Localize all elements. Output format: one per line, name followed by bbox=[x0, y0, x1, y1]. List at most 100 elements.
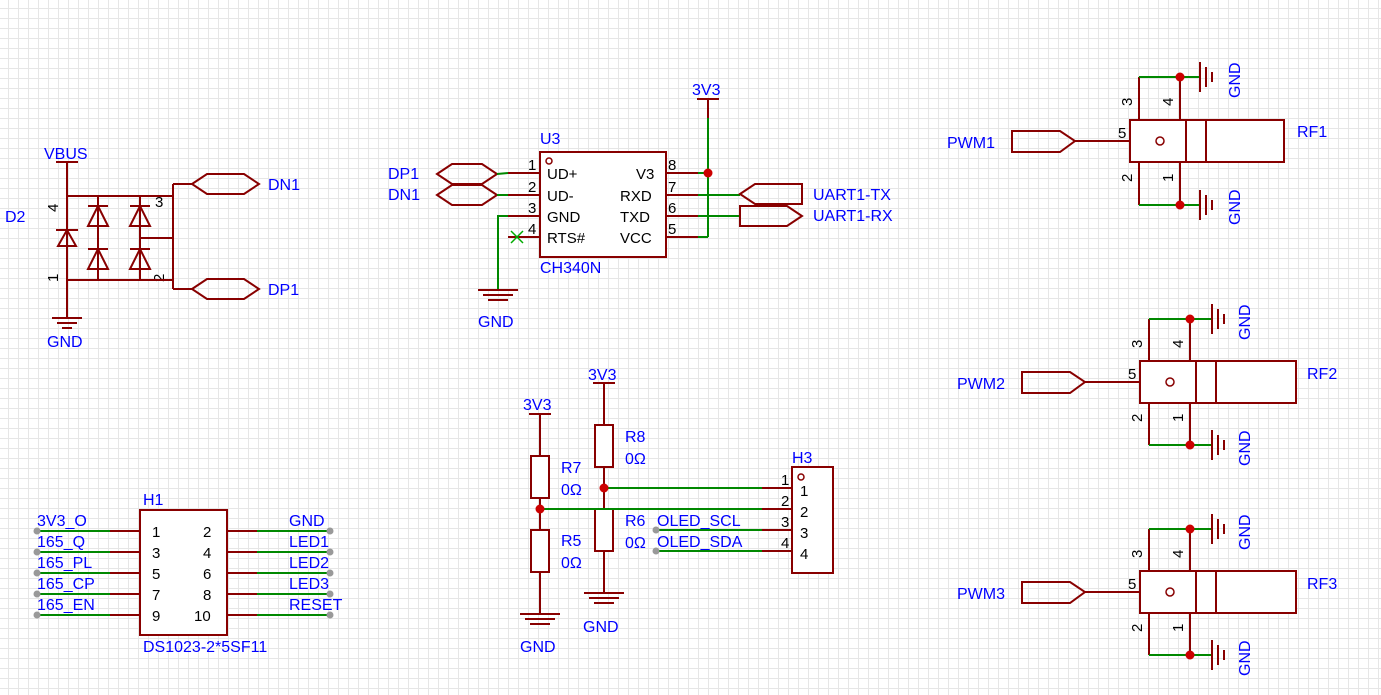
port-dn1: DN1 bbox=[268, 177, 300, 194]
u3-ch340n[interactable]: U3 CH340N 1 2 3 4 UD+ UD- GND RTS# 8 7 6… bbox=[388, 82, 893, 331]
d2-tvs-array[interactable]: VBUS D2 4 1 3 2 GND DN1 DP1 bbox=[5, 146, 300, 351]
h1-ref: H1 bbox=[143, 492, 164, 509]
u3-port-dn1: DN1 bbox=[388, 187, 420, 204]
svg-text:R6: R6 bbox=[625, 513, 646, 530]
svg-text:TXD: TXD bbox=[620, 209, 650, 226]
svg-text:RXD: RXD bbox=[620, 188, 652, 205]
net-oled-scl: OLED_SCL bbox=[657, 513, 741, 530]
svg-text:5: 5 bbox=[668, 221, 676, 238]
svg-text:5: 5 bbox=[152, 566, 160, 583]
svg-text:R7: R7 bbox=[561, 460, 582, 477]
svg-text:3: 3 bbox=[528, 200, 536, 217]
h1-header[interactable]: H1 DS1023-2*5SF11 3V3_O 165_Q 165_PL 165… bbox=[33, 492, 343, 656]
svg-text:165_Q: 165_Q bbox=[37, 534, 85, 551]
svg-text:10: 10 bbox=[194, 608, 211, 625]
svg-text:165_PL: 165_PL bbox=[37, 555, 92, 572]
schematic-canvas[interactable]: VBUS D2 4 1 3 2 GND DN1 DP1 U3 CH340N 1 … bbox=[0, 0, 1381, 695]
svg-text:UD-: UD- bbox=[547, 188, 574, 205]
svg-text:RTS#: RTS# bbox=[547, 230, 586, 247]
svg-text:2: 2 bbox=[781, 493, 789, 510]
svg-text:1: 1 bbox=[1170, 624, 1187, 632]
svg-text:3V3_O: 3V3_O bbox=[37, 513, 87, 530]
u3-gnd-label: GND bbox=[478, 314, 514, 331]
svg-text:LED2: LED2 bbox=[289, 555, 329, 572]
svg-text:165_EN: 165_EN bbox=[37, 597, 95, 614]
svg-text:6: 6 bbox=[668, 200, 676, 217]
rf2-connector[interactable]: PWM2 3 4 5 2 1 GND GND RF2 bbox=[957, 304, 1337, 466]
d2-ref: D2 bbox=[5, 209, 26, 226]
u3-port-dp1: DP1 bbox=[388, 166, 419, 183]
u3-3v3-label: 3V3 bbox=[692, 82, 721, 99]
svg-text:3: 3 bbox=[781, 514, 789, 531]
svg-text:GND: GND bbox=[547, 209, 581, 226]
svg-text:4: 4 bbox=[781, 535, 789, 552]
svg-text:3: 3 bbox=[152, 545, 160, 562]
port-pwm1: PWM1 bbox=[947, 135, 995, 152]
svg-text:GND: GND bbox=[1237, 640, 1254, 676]
svg-text:8: 8 bbox=[668, 157, 676, 174]
svg-text:6: 6 bbox=[203, 566, 211, 583]
r5-gnd-label: GND bbox=[520, 639, 556, 656]
svg-text:4: 4 bbox=[203, 545, 211, 562]
rf3-ref: RF3 bbox=[1307, 576, 1337, 593]
oled-resistor-network[interactable]: 3V3 GND R7 0Ω R5 0Ω 3V3 GND R8 0Ω R6 0Ω bbox=[520, 367, 834, 656]
svg-text:5: 5 bbox=[1128, 576, 1136, 593]
svg-text:0Ω: 0Ω bbox=[561, 555, 582, 572]
svg-text:GND: GND bbox=[1227, 189, 1244, 225]
u3-ref: U3 bbox=[540, 131, 561, 148]
svg-text:2: 2 bbox=[1129, 624, 1146, 632]
rf1-connector[interactable]: PWM1 3 4 5 2 1 GND GND RF1 bbox=[947, 62, 1327, 225]
svg-text:3: 3 bbox=[1129, 340, 1146, 348]
svg-text:2: 2 bbox=[203, 524, 211, 541]
svg-text:2: 2 bbox=[1119, 174, 1136, 182]
port-pwm2: PWM2 bbox=[957, 376, 1005, 393]
rf3-connector[interactable]: PWM3 3 4 5 2 1 GND GND RF3 bbox=[957, 514, 1337, 676]
svg-text:1: 1 bbox=[800, 483, 808, 500]
svg-text:1: 1 bbox=[45, 274, 62, 282]
r6-gnd-label: GND bbox=[583, 619, 619, 636]
svg-text:1: 1 bbox=[152, 524, 160, 541]
svg-text:UD+: UD+ bbox=[547, 166, 578, 183]
port-uart1-tx: UART1-TX bbox=[813, 187, 891, 204]
svg-text:1: 1 bbox=[781, 472, 789, 489]
svg-text:GND: GND bbox=[1237, 304, 1254, 340]
svg-text:2: 2 bbox=[528, 179, 536, 196]
svg-text:VCC: VCC bbox=[620, 230, 652, 247]
port-uart1-rx: UART1-RX bbox=[813, 208, 893, 225]
svg-text:9: 9 bbox=[152, 608, 160, 625]
svg-text:165_CP: 165_CP bbox=[37, 576, 95, 593]
svg-text:LED1: LED1 bbox=[289, 534, 329, 551]
r8-3v3-label: 3V3 bbox=[588, 367, 617, 384]
svg-text:0Ω: 0Ω bbox=[561, 482, 582, 499]
svg-text:5: 5 bbox=[1128, 366, 1136, 383]
svg-text:RESET: RESET bbox=[289, 597, 343, 614]
svg-text:4: 4 bbox=[45, 204, 62, 212]
svg-text:2: 2 bbox=[1129, 414, 1146, 422]
svg-text:R8: R8 bbox=[625, 429, 646, 446]
h1-part: DS1023-2*5SF11 bbox=[143, 639, 267, 656]
svg-text:7: 7 bbox=[668, 179, 676, 196]
svg-text:1: 1 bbox=[528, 157, 536, 174]
svg-text:0Ω: 0Ω bbox=[625, 451, 646, 468]
svg-text:R5: R5 bbox=[561, 533, 582, 550]
svg-text:4: 4 bbox=[1170, 550, 1187, 558]
svg-text:V3: V3 bbox=[636, 166, 654, 183]
svg-text:4: 4 bbox=[528, 221, 536, 238]
svg-text:3: 3 bbox=[1129, 550, 1146, 558]
schematic-svg: VBUS D2 4 1 3 2 GND DN1 DP1 U3 CH340N 1 … bbox=[5, 62, 1337, 676]
svg-text:GND: GND bbox=[1237, 430, 1254, 466]
svg-text:4: 4 bbox=[800, 546, 808, 563]
svg-text:8: 8 bbox=[203, 587, 211, 604]
u3-part: CH340N bbox=[540, 260, 601, 277]
svg-text:GND: GND bbox=[289, 513, 325, 530]
rf1-ref: RF1 bbox=[1297, 124, 1327, 141]
h3-ref: H3 bbox=[792, 450, 813, 467]
svg-text:GND: GND bbox=[1237, 514, 1254, 550]
svg-text:7: 7 bbox=[152, 587, 160, 604]
svg-text:1: 1 bbox=[1160, 174, 1177, 182]
svg-text:2: 2 bbox=[800, 504, 808, 521]
r7-3v3-label: 3V3 bbox=[523, 397, 552, 414]
svg-text:3: 3 bbox=[1119, 98, 1136, 106]
d2-gnd-label: GND bbox=[47, 334, 83, 351]
svg-text:GND: GND bbox=[1227, 62, 1244, 98]
